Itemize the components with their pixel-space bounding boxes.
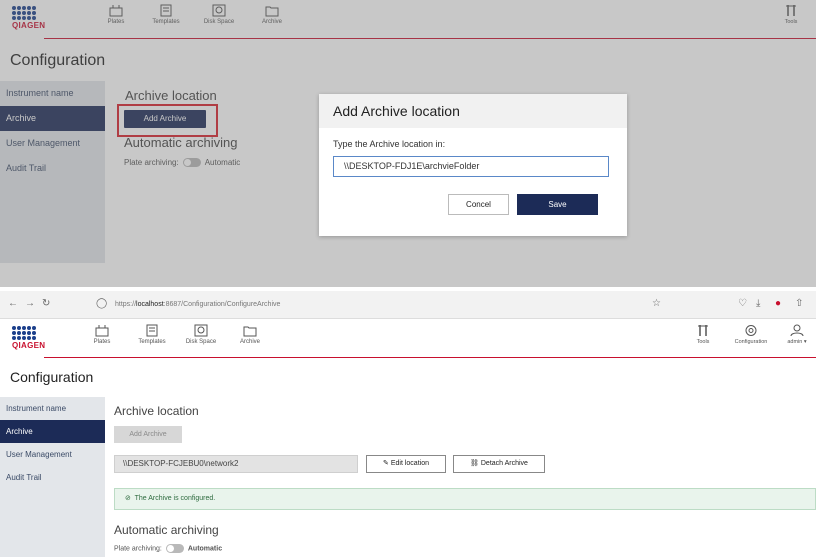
archive-location-input[interactable]: \\DESKTOP-FDJ1E\archvieFolder xyxy=(333,156,609,177)
extension-icon[interactable]: ● xyxy=(775,298,781,309)
plates-icon xyxy=(95,325,109,337)
download-icon[interactable]: ⤓ xyxy=(756,298,760,309)
templates-icon xyxy=(146,324,158,337)
archive-path-field: \\DESKTOP-FCJEBU0\network2 xyxy=(114,455,358,473)
nav-archive[interactable]: Archive xyxy=(225,324,275,345)
sidebar-item-audit-trail[interactable]: Audit Trail xyxy=(0,466,105,489)
automatic-toggle[interactable] xyxy=(165,544,184,553)
pocket-icon[interactable]: ♡ xyxy=(738,298,747,309)
add-archive-button[interactable]: Add Archive xyxy=(114,426,182,443)
reload-icon[interactable]: ↻ xyxy=(42,298,50,309)
forward-icon[interactable]: → xyxy=(25,298,35,309)
edit-location-button[interactable]: ✎ Edit location xyxy=(366,455,446,473)
page-title: Configuration xyxy=(10,369,94,385)
save-button[interactable]: Save xyxy=(517,194,598,215)
plate-archiving-label: Plate archiving: xyxy=(114,545,162,553)
gear-icon xyxy=(745,325,757,336)
sidebar-item-instrument-name[interactable]: Instrument name xyxy=(0,397,105,420)
nav-configuration[interactable]: Configuration xyxy=(728,324,774,345)
address-bar[interactable]: https://localhost:8687/Configuration/Con… xyxy=(115,296,695,314)
header-divider xyxy=(44,357,816,358)
archive-configured-alert: ⊘ The Archive is configured. xyxy=(114,488,816,510)
pencil-icon: ✎ xyxy=(383,460,389,467)
tools-icon xyxy=(698,325,708,336)
disk-space-icon xyxy=(194,324,208,337)
nav-plates[interactable]: Plates xyxy=(77,324,127,345)
automatic-archiving-heading: Automatic archiving xyxy=(114,523,219,537)
plate-archiving-row: Plate archiving: Automatic xyxy=(114,544,222,553)
nav-user-menu[interactable]: admin ▾ xyxy=(780,324,814,345)
add-archive-dialog: Add Archive location Type the Archive lo… xyxy=(319,94,627,236)
sidebar-item-archive[interactable]: Archive xyxy=(0,420,105,443)
toggle-label: Automatic xyxy=(187,545,223,553)
nav-disk-space[interactable]: Disk Space xyxy=(176,324,226,345)
check-circle-icon: ⊘ xyxy=(125,495,131,502)
sidebar-item-user-management[interactable]: User Management xyxy=(0,443,105,466)
dialog-prompt: Type the Archive location in: xyxy=(333,139,446,149)
screenshot-add-archive-dialog: QIAGEN Plates Templates Disk Space Archi… xyxy=(0,0,816,287)
app-header: QIAGEN Plates Templates Disk Space Archi… xyxy=(0,320,816,360)
archive-location-heading: Archive location xyxy=(114,404,199,418)
screenshot-archive-configured: ← → ↻ ◯ https://localhost:8687/Configura… xyxy=(0,291,816,557)
share-icon[interactable]: ⇧ xyxy=(795,298,803,309)
back-icon[interactable]: ← xyxy=(8,298,18,309)
dialog-title: Add Archive location xyxy=(319,94,627,128)
bookmark-star-icon[interactable]: ☆ xyxy=(652,298,661,309)
folder-icon xyxy=(243,326,257,337)
detach-archive-button[interactable]: ⛓ Detach Archive xyxy=(453,455,545,473)
qiagen-logo: QIAGEN xyxy=(12,326,45,350)
link-icon: ⛓ xyxy=(470,460,479,467)
nav-tools[interactable]: Tools xyxy=(688,324,718,345)
sidebar: Instrument name Archive User Management … xyxy=(0,397,105,557)
user-icon xyxy=(790,324,804,337)
cancel-button[interactable]: Concel xyxy=(448,194,509,215)
page-info-icon[interactable]: ◯ xyxy=(96,298,107,309)
browser-toolbar: ← → ↻ ◯ https://localhost:8687/Configura… xyxy=(0,291,816,319)
nav-templates[interactable]: Templates xyxy=(127,324,177,345)
